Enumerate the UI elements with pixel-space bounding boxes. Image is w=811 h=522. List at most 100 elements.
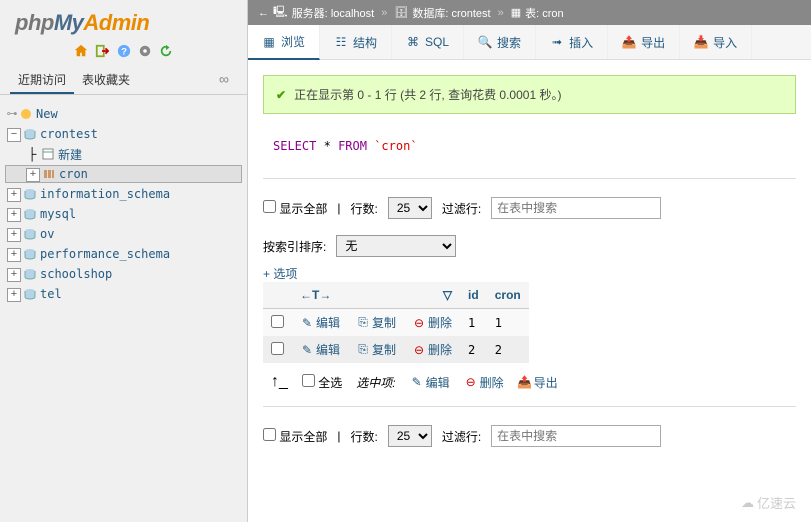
tree-new-table[interactable]: ├ 新建 xyxy=(5,145,242,163)
col-actions[interactable]: ←T→ ▽ xyxy=(292,282,460,309)
tree-table-cron[interactable]: + cron xyxy=(5,165,242,183)
tree-db-crontest[interactable]: − crontest xyxy=(5,125,242,143)
sql-query: SELECT * FROM `cron` xyxy=(263,124,796,179)
copy-icon: ⎘ xyxy=(356,316,370,330)
tree-new[interactable]: ⊶ New xyxy=(5,105,242,123)
logout-icon[interactable] xyxy=(95,44,109,58)
tab-import[interactable]: 📥导入 xyxy=(680,25,752,59)
expand-icon[interactable]: + xyxy=(7,248,21,262)
pencil-icon: ✎ xyxy=(300,316,314,330)
data-table: ←T→ ▽ id cron ✎编辑 ⎘复制 ⊖删除 1 1 ✎编辑 ⎘复制 ⊖删… xyxy=(263,282,529,363)
delete-link[interactable]: ⊖删除 xyxy=(412,314,452,331)
show-all-toggle[interactable]: 显示全部 xyxy=(263,200,327,217)
cell-cron: 2 xyxy=(487,336,529,363)
col-checkbox xyxy=(263,282,292,309)
rows-label: 行数: xyxy=(350,200,377,217)
logo[interactable]: phpMyAdmin xyxy=(0,0,247,41)
insert-icon: ➟ xyxy=(550,35,564,49)
tree-db-schoolshop[interactable]: + schoolshop xyxy=(5,265,242,283)
collapse-icon[interactable]: − xyxy=(7,128,21,142)
expand-icon[interactable]: + xyxy=(7,188,21,202)
tab-export[interactable]: 📤导出 xyxy=(608,25,680,59)
copy-icon: ⎘ xyxy=(356,343,370,357)
pencil-icon: ✎ xyxy=(300,343,314,357)
table-row: ✎编辑 ⎘复制 ⊖删除 1 1 xyxy=(263,309,529,337)
arrow-up-icon: ↑_ xyxy=(271,373,288,391)
tab-search[interactable]: 🔍搜索 xyxy=(464,25,536,59)
import-icon: 📥 xyxy=(694,35,708,49)
tab-insert[interactable]: ➟插入 xyxy=(536,25,608,59)
docs-icon[interactable]: ? xyxy=(117,44,131,58)
breadcrumb: ← 🖳 服务器: localhost » 🗄 数据库: crontest » ▦… xyxy=(248,0,811,25)
watermark: ☁ 亿速云 xyxy=(741,493,796,512)
cell-id: 1 xyxy=(460,309,487,337)
expand-icon[interactable]: + xyxy=(7,228,21,242)
collapse-panel-icon[interactable]: ← xyxy=(258,7,269,19)
row-checkbox[interactable] xyxy=(271,342,284,355)
delete-icon: ⊖ xyxy=(412,343,426,357)
tree-db-ov[interactable]: + ov xyxy=(5,225,242,243)
expand-icon[interactable]: + xyxy=(7,268,21,282)
pencil-icon: ✎ xyxy=(410,375,424,389)
row-checkbox[interactable] xyxy=(271,315,284,328)
delete-icon: ⊖ xyxy=(412,316,426,330)
rows-select[interactable]: 25 xyxy=(388,197,432,219)
search-icon: 🔍 xyxy=(478,35,492,49)
server-icon: 🖳 xyxy=(273,3,288,22)
cell-id: 2 xyxy=(460,336,487,363)
export-icon: 📤 xyxy=(518,375,532,389)
col-id[interactable]: id xyxy=(460,282,487,309)
favorites-tab[interactable]: 表收藏夹 xyxy=(74,67,138,94)
delete-icon: ⊖ xyxy=(464,375,478,389)
show-all-toggle-2[interactable]: 显示全部 xyxy=(263,428,327,445)
expand-icon[interactable]: + xyxy=(26,168,40,182)
tree-db-perf-schema[interactable]: + performance_schema xyxy=(5,245,242,263)
select-all[interactable]: 全选 xyxy=(302,374,342,391)
expand-icon[interactable]: + xyxy=(7,288,21,302)
breadcrumb-server[interactable]: 服务器: localhost xyxy=(292,5,375,21)
cloud-icon: ☁ xyxy=(741,495,754,511)
filter-label-2: 过滤行: xyxy=(442,428,481,445)
with-selected-label: 选中项: xyxy=(356,374,395,391)
edit-link[interactable]: ✎编辑 xyxy=(300,314,340,331)
filter-label: 过滤行: xyxy=(442,200,481,217)
home-icon[interactable] xyxy=(74,44,88,58)
cell-cron: 1 xyxy=(487,309,529,337)
reload-icon[interactable] xyxy=(159,44,173,58)
tree-db-mysql[interactable]: + mysql xyxy=(5,205,242,223)
copy-link[interactable]: ⎘复制 xyxy=(356,341,396,358)
svg-text:?: ? xyxy=(121,47,127,58)
sort-select[interactable]: 无 xyxy=(336,235,456,257)
options-link[interactable]: + 选项 xyxy=(263,267,297,281)
bulk-export[interactable]: 📤导出 xyxy=(518,374,558,391)
delete-link[interactable]: ⊖删除 xyxy=(412,341,452,358)
recent-tab[interactable]: 近期访问 xyxy=(10,67,74,94)
tab-sql[interactable]: ⌘SQL xyxy=(392,25,464,59)
breadcrumb-db[interactable]: 数据库: crontest xyxy=(412,5,490,21)
bulk-delete[interactable]: ⊖删除 xyxy=(464,374,504,391)
breadcrumb-table[interactable]: 表: cron xyxy=(525,5,564,21)
col-cron[interactable]: cron xyxy=(487,282,529,309)
edit-link[interactable]: ✎编辑 xyxy=(300,341,340,358)
tab-browse[interactable]: ▦浏览 xyxy=(248,25,320,60)
tab-structure[interactable]: ☷结构 xyxy=(320,25,392,59)
refresh-icon[interactable]: ∞ xyxy=(211,67,237,94)
structure-icon: ☷ xyxy=(334,35,348,49)
settings-icon[interactable] xyxy=(138,44,152,58)
rows-label-2: 行数: xyxy=(350,428,377,445)
copy-link[interactable]: ⎘复制 xyxy=(356,314,396,331)
rows-select-2[interactable]: 25 xyxy=(388,425,432,447)
table-icon: ▦ xyxy=(511,6,521,19)
expand-icon[interactable]: + xyxy=(7,208,21,222)
tree-db-tel[interactable]: + tel xyxy=(5,285,242,303)
sql-icon: ⌘ xyxy=(406,35,420,49)
export-icon: 📤 xyxy=(622,35,636,49)
filter-input[interactable] xyxy=(491,197,661,219)
filter-input-2[interactable] xyxy=(491,425,661,447)
tree-db-info-schema[interactable]: + information_schema xyxy=(5,185,242,203)
sort-label: 按索引排序: xyxy=(263,238,326,255)
check-icon: ✔ xyxy=(276,88,286,102)
bulk-edit[interactable]: ✎编辑 xyxy=(410,374,450,391)
browse-icon: ▦ xyxy=(262,35,276,49)
database-icon: 🗄 xyxy=(394,6,408,19)
